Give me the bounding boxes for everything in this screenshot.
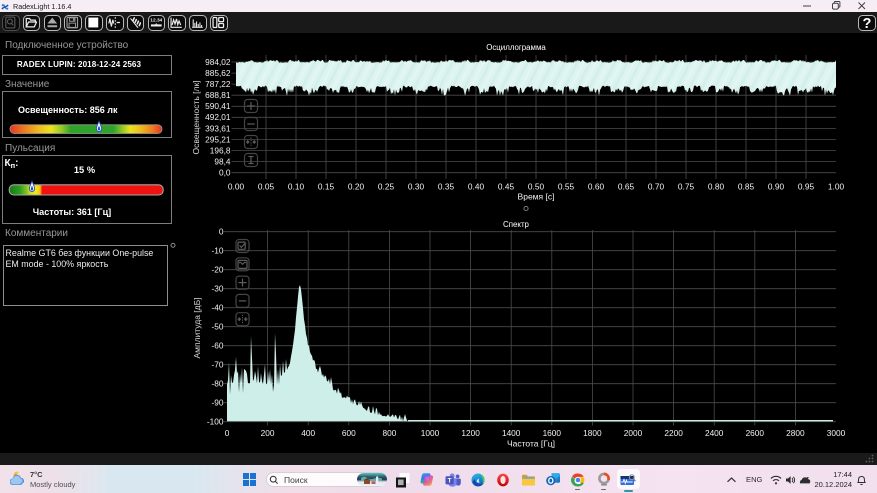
svg-text:600: 600 — [342, 428, 356, 438]
svg-text:0.45: 0.45 — [498, 182, 515, 192]
svg-text:-100: -100 — [207, 417, 224, 427]
svg-text:590,41: 590,41 — [205, 101, 231, 111]
svg-text:T: T — [447, 478, 451, 485]
svg-text:2800: 2800 — [786, 428, 805, 438]
svg-text:0.85: 0.85 — [738, 182, 755, 192]
svg-text:2600: 2600 — [746, 428, 765, 438]
svg-text:0.55: 0.55 — [558, 182, 575, 192]
svg-text:688,81: 688,81 — [205, 90, 231, 100]
svg-text:1000: 1000 — [421, 428, 440, 438]
svg-text:0.10: 0.10 — [288, 182, 305, 192]
svg-text:-10: -10 — [212, 246, 224, 256]
svg-text:0.15: 0.15 — [318, 182, 335, 192]
svg-text:?: ? — [863, 16, 872, 30]
svg-text:0.80: 0.80 — [708, 182, 725, 192]
svg-text:-20: -20 — [212, 265, 224, 275]
svg-text:196,8: 196,8 — [210, 146, 231, 156]
svg-text:1400: 1400 — [502, 428, 521, 438]
svg-text:0.35: 0.35 — [438, 182, 455, 192]
svg-text:0.75: 0.75 — [678, 182, 695, 192]
svg-text:Амплитуда [дБ]: Амплитуда [дБ] — [192, 297, 202, 358]
svg-text:1200: 1200 — [461, 428, 480, 438]
svg-text:-90: -90 — [212, 398, 224, 408]
svg-text:-60: -60 — [212, 341, 224, 351]
svg-text:Спектр: Спектр — [503, 220, 530, 229]
svg-text:0.90: 0.90 — [768, 182, 785, 192]
svg-text:2400: 2400 — [705, 428, 724, 438]
svg-text:0.05: 0.05 — [258, 182, 275, 192]
svg-text:Частота [Гц]: Частота [Гц] — [507, 439, 555, 449]
svg-text:295,21: 295,21 — [205, 134, 231, 144]
svg-text:0.70: 0.70 — [648, 182, 665, 192]
svg-text:98,4: 98,4 — [214, 157, 231, 167]
svg-text:Время [с]: Время [с] — [518, 191, 555, 201]
svg-text:0.30: 0.30 — [408, 182, 425, 192]
svg-text:0,0: 0,0 — [219, 168, 231, 178]
svg-text:3000: 3000 — [827, 428, 846, 438]
svg-text:-70: -70 — [212, 360, 224, 370]
svg-text:0.20: 0.20 — [348, 182, 365, 192]
svg-text:0.50: 0.50 — [528, 182, 545, 192]
svg-text:-40: -40 — [212, 303, 224, 313]
svg-text:0.65: 0.65 — [618, 182, 635, 192]
svg-text:885,62: 885,62 — [205, 68, 231, 78]
svg-text:1.00: 1.00 — [828, 182, 845, 192]
svg-text:400: 400 — [301, 428, 315, 438]
svg-text:787,22: 787,22 — [205, 79, 231, 89]
svg-text:2200: 2200 — [664, 428, 683, 438]
svg-text:200: 200 — [261, 428, 275, 438]
svg-text:-30: -30 — [212, 284, 224, 294]
svg-text:-50: -50 — [212, 322, 224, 332]
svg-text:0: 0 — [225, 428, 230, 438]
svg-text:0.60: 0.60 — [588, 182, 605, 192]
svg-text:0: 0 — [219, 227, 224, 237]
svg-text:0.95: 0.95 — [798, 182, 815, 192]
svg-text:1800: 1800 — [583, 428, 602, 438]
svg-text:2000: 2000 — [624, 428, 643, 438]
svg-text:800: 800 — [382, 428, 396, 438]
svg-text:0.40: 0.40 — [468, 182, 485, 192]
svg-text:393,61: 393,61 — [205, 123, 231, 133]
svg-text:492,01: 492,01 — [205, 112, 231, 122]
svg-text:Освещенность [лк]: Освещенность [лк] — [191, 80, 201, 154]
svg-text:1600: 1600 — [543, 428, 562, 438]
svg-text:0.25: 0.25 — [378, 182, 395, 192]
svg-text:Осциллограмма: Осциллограмма — [486, 43, 546, 52]
svg-text:0.00: 0.00 — [228, 182, 245, 192]
svg-text:984,02: 984,02 — [205, 57, 231, 67]
svg-text:-80: -80 — [212, 379, 224, 389]
